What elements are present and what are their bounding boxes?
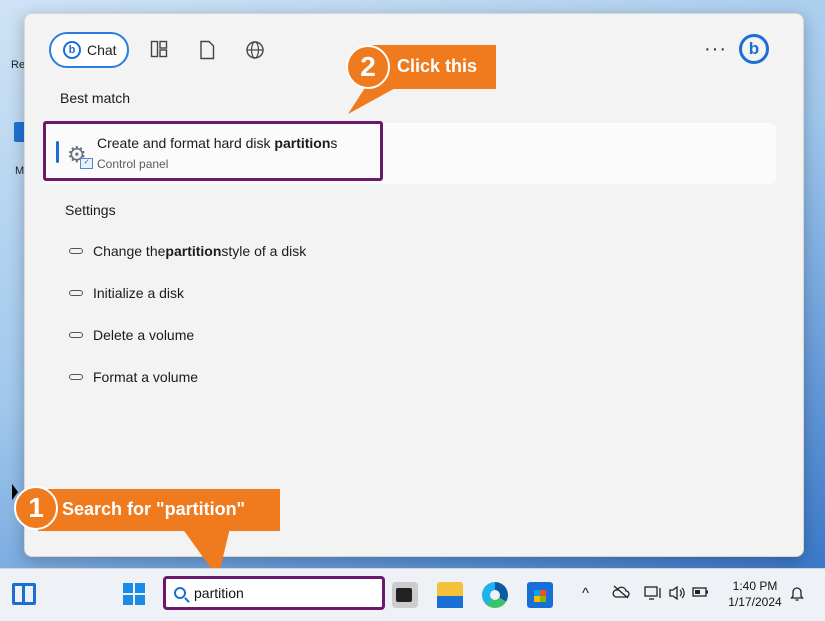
settings-result-format-volume[interactable]: Format a volume: [69, 367, 198, 387]
notification-bell-icon[interactable]: [790, 585, 804, 605]
search-input[interactable]: [194, 585, 364, 601]
taskbar: ^ 1:40 PM 1/17/2024: [0, 568, 825, 621]
globe-icon[interactable]: [245, 40, 265, 60]
callout-2-box: Click this: [372, 45, 496, 89]
chat-tab-label: Chat: [87, 42, 117, 58]
desktop-label: M: [15, 165, 25, 177]
battery-icon[interactable]: [692, 585, 710, 603]
volume-icon[interactable]: [668, 585, 686, 605]
onedrive-icon[interactable]: [612, 585, 630, 603]
disk-icon: [69, 332, 83, 338]
best-match-highlight: [43, 121, 383, 181]
settings-result-delete-volume[interactable]: Delete a volume: [69, 325, 194, 345]
disk-icon: [69, 248, 83, 254]
settings-heading: Settings: [65, 202, 116, 218]
callout-1-text: Search for "partition": [62, 499, 246, 519]
best-match-heading: Best match: [60, 90, 131, 106]
callout-2-badge: 2: [346, 45, 390, 89]
microsoft-store-icon[interactable]: [527, 582, 553, 608]
taskbar-search-box[interactable]: [163, 576, 385, 610]
callout-1-badge: 1: [14, 486, 58, 530]
desktop-label: Re: [11, 59, 26, 71]
disk-icon: [69, 290, 83, 296]
disk-icon: [69, 374, 83, 380]
callout-1-box: Search for "partition": [38, 489, 280, 531]
settings-result-initialize-disk[interactable]: Initialize a disk: [69, 283, 184, 303]
document-icon[interactable]: [197, 40, 217, 60]
bing-icon: b: [63, 41, 81, 59]
clock-time: 1:40 PM: [732, 579, 778, 593]
settings-result-change-partition-style[interactable]: Change the partition style of a disk: [69, 241, 306, 261]
file-explorer-icon[interactable]: [437, 582, 463, 608]
apps-grid-icon[interactable]: [149, 40, 169, 60]
edge-browser-icon[interactable]: [482, 582, 508, 608]
search-icon: [174, 587, 186, 599]
callout-2-text: Click this: [397, 56, 478, 76]
task-view-icon[interactable]: [392, 582, 418, 608]
clock-date: 1/17/2024: [728, 595, 782, 609]
system-clock[interactable]: 1:40 PM 1/17/2024: [720, 578, 790, 610]
show-hidden-icons-chevron-icon[interactable]: ^: [582, 585, 589, 602]
more-options-button[interactable]: ···: [704, 38, 727, 61]
bing-chat-icon[interactable]: b: [739, 34, 769, 64]
network-icon[interactable]: [644, 585, 662, 605]
chat-tab[interactable]: b Chat: [49, 32, 129, 68]
start-windows-icon[interactable]: [123, 583, 145, 605]
widgets-icon[interactable]: [12, 583, 36, 605]
